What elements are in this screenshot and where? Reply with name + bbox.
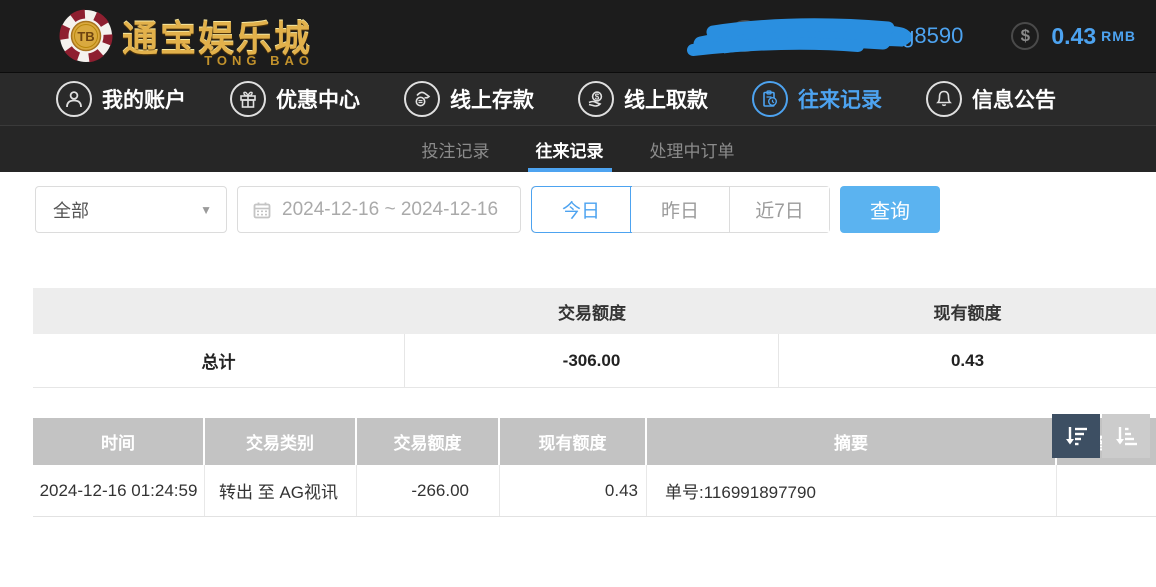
cell-summary: 单号:116991897790 [647,465,1057,516]
brand-logo[interactable]: TB 通宝娱乐城 TONG BAO [58,8,312,64]
deposit-icon [404,81,440,117]
balance-display: $ 0.43 RMB [1011,22,1136,50]
cell-amount: -266.00 [357,465,500,516]
nav-label: 线上存款 [450,84,534,114]
brand-name-en: TONG BAO [204,53,314,68]
date-range-value: 2024-12-16 ~ 2024-12-16 [282,199,498,221]
search-button[interactable]: 查询 [840,186,940,233]
calendar-icon [252,200,272,220]
nav-item-transaction-records[interactable]: 往来记录 [752,81,882,117]
col-header-amount: 交易额度 [357,418,500,465]
svg-text:TB: TB [77,29,94,44]
nav-label: 信息公告 [972,84,1056,114]
nav-label: 往来记录 [798,84,882,114]
table-row: 2024-12-16 01:24:59 转出 至 AG视讯 -266.00 0.… [33,465,1156,517]
col-header-time: 时间 [33,418,205,465]
page: TB 通宝娱乐城 TONG BAO g8590 $ 0.43 RMB [0,0,1156,587]
date-range-input[interactable]: 2024-12-16 ~ 2024-12-16 [237,186,521,233]
balance-currency: RMB [1101,28,1136,44]
top-header: TB 通宝娱乐城 TONG BAO g8590 $ 0.43 RMB [0,0,1156,72]
summary-header-balance: 现有额度 [779,299,1156,324]
records-table: 时间 交易类别 交易额度 现有额度 摘要 备注 2024-12-16 01:24… [33,418,1156,517]
filter-bar: 全部 ▼ 2024-12-16 ~ 2024-12-16 今日 昨日 近7日 查… [35,186,1156,233]
tab-transaction-records[interactable]: 往来记录 [534,126,606,172]
summary-total-transaction: -306.00 [405,334,779,387]
sort-controls [1052,414,1150,458]
yesterday-button[interactable]: 昨日 [631,187,730,232]
nav-item-my-account[interactable]: 我的账户 [56,81,186,117]
redaction-scribble [683,6,963,66]
tab-pending-orders[interactable]: 处理中订单 [648,126,737,172]
chevron-down-icon: ▼ [200,203,212,217]
nav-item-withdraw[interactable]: $ 线上取款 [578,81,708,117]
sort-descending-button[interactable] [1052,414,1100,458]
summary-header-row: 交易额度 现有额度 [33,288,1156,334]
cell-remark [1057,465,1156,516]
poker-chip-icon: TB [58,8,114,64]
cell-type: 转出 至 AG视讯 [205,465,357,516]
nav-label: 优惠中心 [276,84,360,114]
main-nav: 我的账户 优惠中心 线上存款 $ 线上取款 往来记录 [0,72,1156,125]
nav-item-announcements[interactable]: 信息公告 [926,81,1056,117]
username-redacted: g8590 [683,6,963,66]
quick-date-group: 今日 昨日 近7日 [531,186,830,233]
user-icon [56,81,92,117]
sort-ascending-button[interactable] [1102,414,1150,458]
nav-label: 我的账户 [102,84,186,114]
nav-label: 线上取款 [624,84,708,114]
nav-item-deposit[interactable]: 线上存款 [404,81,534,117]
brand-text: 通宝娱乐城 TONG BAO [122,10,312,62]
records-header-row: 时间 交易类别 交易额度 现有额度 摘要 备注 [33,418,1156,465]
record-tabs: 投注记录 往来记录 处理中订单 [0,125,1156,172]
gift-icon [230,81,266,117]
cell-balance: 0.43 [500,465,647,516]
summary-total-label: 总计 [33,334,405,387]
user-area: g8590 $ 0.43 RMB [683,0,1136,72]
dollar-icon: $ [1011,22,1039,50]
col-header-summary: 摘要 [647,418,1057,465]
sort-descending-icon [1063,424,1089,448]
today-button[interactable]: 今日 [532,187,631,232]
svg-text:$: $ [595,93,600,102]
col-header-type: 交易类别 [205,418,357,465]
last7days-button[interactable]: 近7日 [730,187,829,232]
records-icon [752,81,788,117]
col-header-balance: 现有额度 [500,418,647,465]
sort-ascending-icon [1113,424,1139,448]
cell-time: 2024-12-16 01:24:59 [33,465,205,516]
bell-icon [926,81,962,117]
type-select[interactable]: 全部 ▼ [35,186,227,233]
summary-table: 交易额度 现有额度 总计 -306.00 0.43 [33,288,1156,388]
tab-bet-records[interactable]: 投注记录 [420,126,492,172]
summary-total-balance: 0.43 [779,334,1156,387]
nav-item-promotions[interactable]: 优惠中心 [230,81,360,117]
withdraw-icon: $ [578,81,614,117]
summary-total-row: 总计 -306.00 0.43 [33,334,1156,388]
summary-header-transaction: 交易额度 [405,299,779,324]
type-select-value: 全部 [53,197,89,223]
balance-amount: 0.43 [1051,23,1096,50]
